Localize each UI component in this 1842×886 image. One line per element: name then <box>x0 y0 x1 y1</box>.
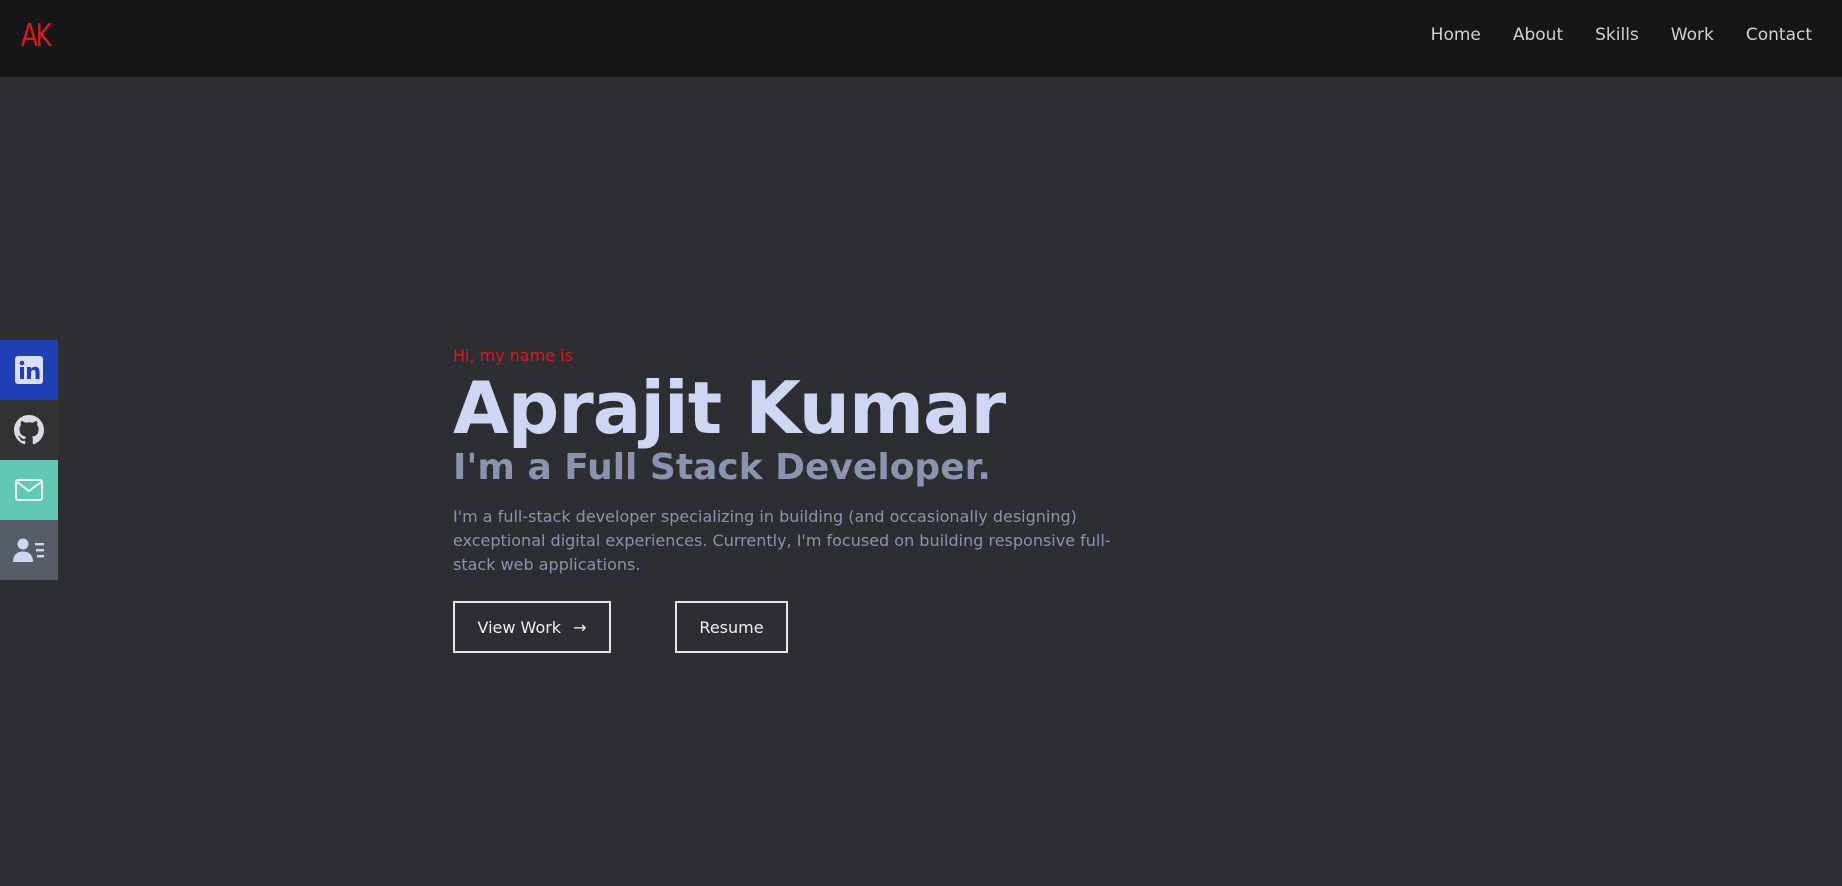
github-link[interactable] <box>0 400 58 460</box>
nav-link-home[interactable]: Home <box>1431 25 1481 45</box>
nav-link-work[interactable]: Work <box>1671 25 1714 45</box>
linkedin-link[interactable] <box>0 340 58 400</box>
site-logo[interactable]: AK <box>21 18 52 54</box>
nav-link-about[interactable]: About <box>1513 25 1563 45</box>
resume-button[interactable]: Resume <box>675 601 788 653</box>
nav-menu: Home About Skills Work Contact <box>1431 25 1812 45</box>
hero-description: I'm a full-stack developer specializing … <box>453 507 1111 574</box>
email-link[interactable] <box>0 460 58 520</box>
navbar: AK Home About Skills Work Contact <box>0 0 1842 77</box>
nav-link-contact[interactable]: Contact <box>1746 25 1812 45</box>
social-sidebar <box>0 340 58 580</box>
contact-card-icon <box>13 538 44 562</box>
linkedin-icon <box>15 356 43 384</box>
hero-role: I'm a Full Stack Developer. <box>453 447 991 488</box>
hero-greeting: Hi, my name is <box>453 346 574 365</box>
hero-actions: View Work → Resume <box>453 601 1213 653</box>
resume-link[interactable] <box>0 520 58 580</box>
hero-name: Aprajit Kumar <box>453 366 1006 450</box>
nav-link-skills[interactable]: Skills <box>1595 25 1639 45</box>
view-work-label: View Work <box>477 617 562 637</box>
view-work-button[interactable]: View Work → <box>453 601 611 653</box>
resume-label: Resume <box>699 617 764 637</box>
arrow-right-icon: → <box>573 617 587 637</box>
github-icon <box>14 415 44 445</box>
hero-section: Hi, my name is Aprajit Kumar I'm a Full … <box>453 344 1213 653</box>
mail-icon <box>15 479 43 501</box>
